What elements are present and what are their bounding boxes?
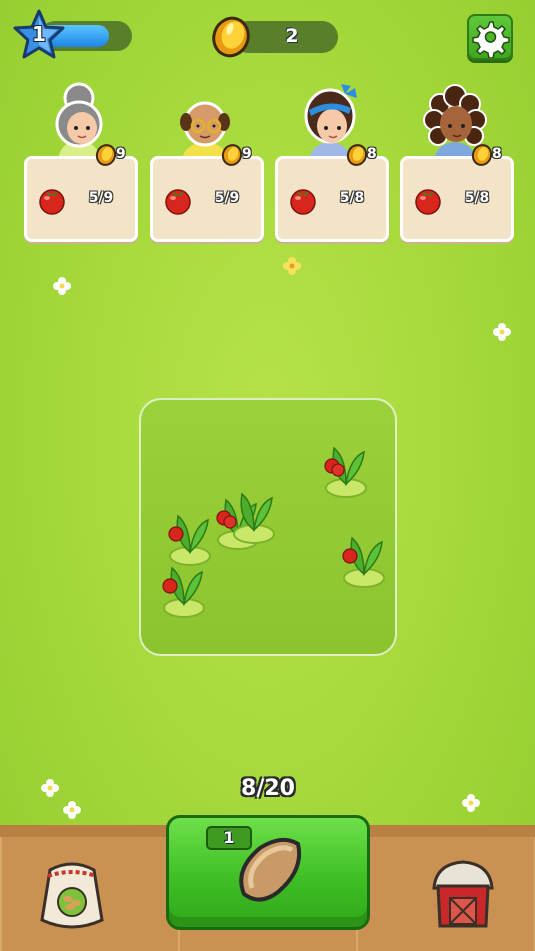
- seed-count-badge: 1: [206, 826, 252, 850]
- tomato-plant[interactable]: [316, 432, 376, 502]
- gear-icon: [472, 21, 510, 59]
- tomato-icon: [415, 189, 441, 215]
- level-number: 1: [32, 22, 46, 46]
- flower-icon: [493, 323, 511, 341]
- flower-icon: [283, 257, 301, 275]
- coin-icon: [212, 16, 250, 58]
- flower-icon: [462, 794, 480, 812]
- reward-amount: 8: [492, 146, 502, 162]
- tomato-icon: [290, 189, 316, 215]
- customer-order-4[interactable]: 8 5/8: [400, 80, 516, 245]
- coin-icon: [95, 144, 117, 166]
- order-progress: 5/9: [214, 190, 240, 206]
- order-progress: 5/8: [339, 190, 365, 206]
- customer-order-2[interactable]: 9 5/9: [150, 80, 266, 245]
- customer-order-3[interactable]: 8 5/8: [275, 80, 391, 245]
- flower-icon: [53, 277, 71, 295]
- storage-capacity: 8/20: [241, 776, 295, 801]
- coin-icon: [346, 144, 368, 166]
- coin-icon: [471, 144, 493, 166]
- settings-button[interactable]: [467, 14, 513, 60]
- tomato-icon: [165, 189, 191, 215]
- tomato-plant[interactable]: [224, 478, 284, 548]
- tomato-plant[interactable]: [154, 552, 214, 622]
- barn-icon[interactable]: [428, 858, 498, 930]
- order-progress: 5/9: [88, 190, 114, 206]
- coin-count: 2: [285, 25, 299, 47]
- flower-icon: [41, 779, 59, 797]
- reward-amount: 9: [242, 146, 252, 162]
- reward-amount: 9: [116, 146, 126, 162]
- seed-bag-icon[interactable]: [36, 856, 108, 932]
- order-progress: 5/8: [464, 190, 490, 206]
- tomato-plant[interactable]: [334, 522, 394, 592]
- reward-amount: 8: [367, 146, 377, 162]
- flower-icon: [63, 801, 81, 819]
- tomato-icon: [39, 189, 65, 215]
- coin-icon: [221, 144, 243, 166]
- customer-order-1[interactable]: 9 5/9: [24, 80, 140, 245]
